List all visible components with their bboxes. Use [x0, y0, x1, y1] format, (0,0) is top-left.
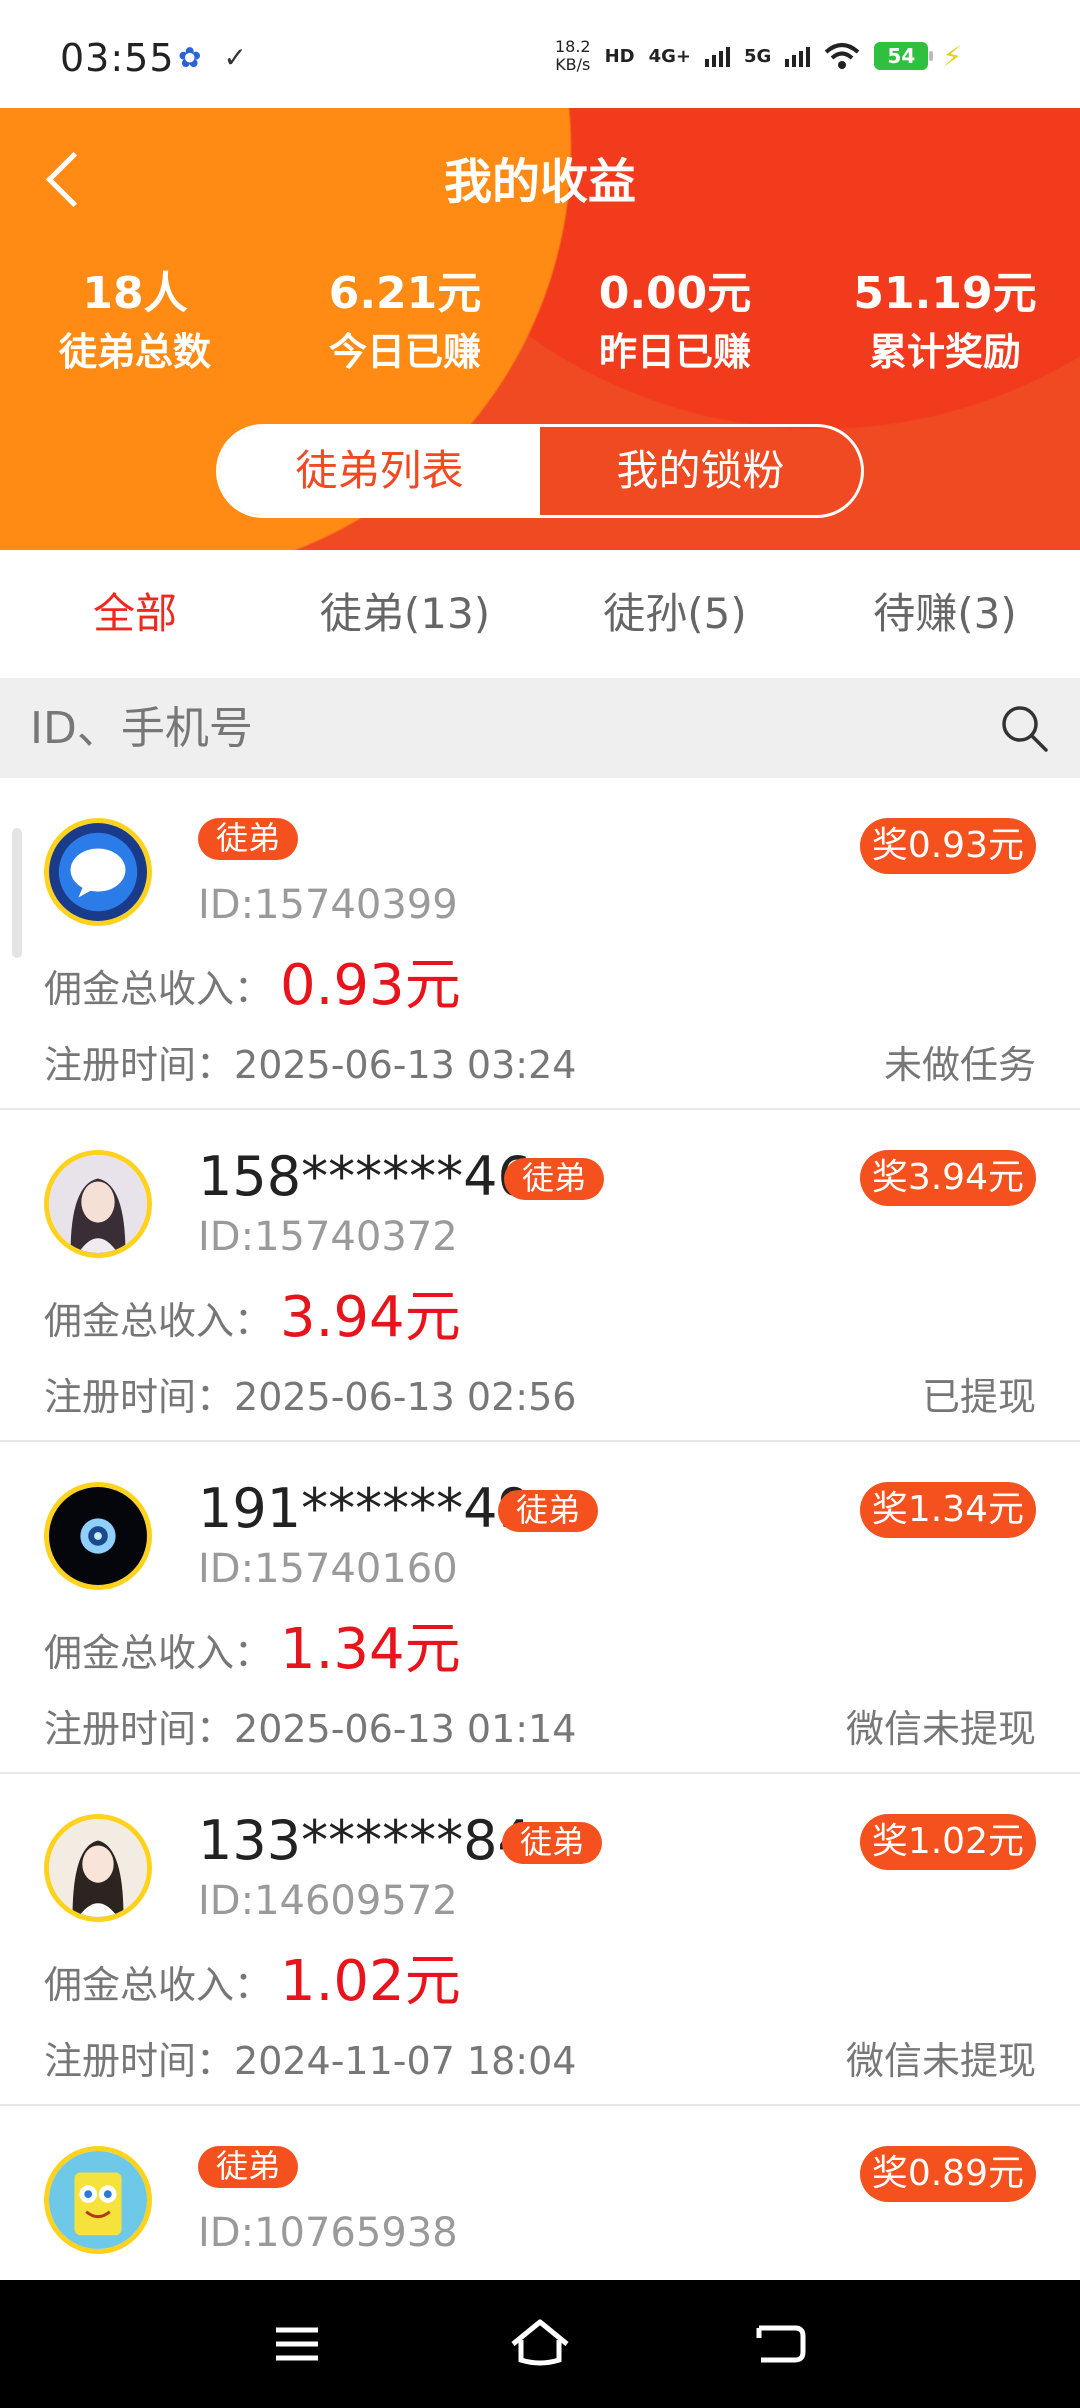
avatar: [44, 1150, 152, 1258]
reward-badge: 奖1.02元: [859, 1814, 1036, 1870]
user-id: ID:10765938: [198, 2210, 458, 2256]
income-value: 3.94元: [280, 1285, 461, 1350]
income-value: 1.02元: [280, 1949, 461, 2014]
girl-avatar-icon: [49, 1819, 147, 1917]
filter-tabs: 全部 徒弟(13) 徒孙(5) 待赚(3): [0, 550, 1080, 678]
avatar: [44, 818, 152, 926]
reward-badge: 奖0.93元: [859, 818, 1036, 874]
reward-badge: 奖0.89元: [859, 2146, 1036, 2202]
scroll-indicator[interactable]: [12, 828, 22, 958]
reg-time: 注册时间：2025-06-13 01:14: [44, 1707, 577, 1751]
swirl-avatar-icon: [49, 1487, 147, 1585]
system-nav-bar: [0, 2280, 1080, 2408]
income-value: 0.93元: [280, 953, 461, 1018]
page-title: 我的收益: [443, 154, 636, 210]
sim2-label: 5G: [744, 45, 772, 67]
income-label: 佣金总收入：: [44, 967, 273, 1011]
task-status: 未做任务: [883, 1043, 1036, 1087]
toggle-apprentice-list[interactable]: 徒弟列表: [219, 427, 540, 515]
apprentice-list: 徒弟 ID:15740399 奖0.93元 佣金总收入： 0.93元 注册时间：…: [0, 778, 1080, 2280]
masked-phone: 133******84: [198, 1809, 532, 1872]
list-toggle: 徒弟列表 我的锁粉: [216, 424, 864, 518]
task-status: 已提现: [921, 1375, 1036, 1419]
search-bar: [0, 678, 1080, 778]
tab-grand-apprentice[interactable]: 徒孙(5): [540, 550, 810, 678]
income-label: 佣金总收入：: [44, 1631, 273, 1675]
sim1-label: 4G+: [648, 45, 692, 67]
search-icon[interactable]: [998, 702, 1050, 754]
status-bar: 03:55 ✿ ✓ 18.2 KB/s HD 4G+ 5G 54 ⚡: [0, 0, 1080, 108]
masked-phone: 191******49: [198, 1477, 532, 1540]
task-status: 微信未提现: [845, 1707, 1036, 1751]
tab-pending[interactable]: 待赚(3): [810, 550, 1080, 678]
reg-time: 注册时间：2025-06-13 03:24: [44, 1043, 577, 1087]
stat-yesterday: 0.00元 昨日已赚: [598, 268, 752, 374]
battery-icon: 54: [874, 42, 934, 70]
masked-phone: 158******46: [198, 1145, 532, 1208]
status-time: 03:55: [60, 36, 175, 80]
tab-apprentice[interactable]: 徒弟(13): [270, 550, 540, 678]
stat-today: 6.21元 今日已赚: [328, 268, 482, 374]
sponge-avatar-icon: [49, 2151, 147, 2249]
stat-total: 51.19元 累计奖励: [853, 268, 1037, 374]
list-item[interactable]: 133******84 徒弟 ID:14609572 奖1.02元 佣金总收入：…: [0, 1774, 1080, 2106]
role-tag: 徒弟: [198, 818, 299, 860]
home-icon[interactable]: [505, 2312, 575, 2376]
role-tag: 徒弟: [502, 1822, 603, 1864]
avatar: [44, 1814, 152, 1922]
paw-app-icon: ✿: [178, 41, 202, 74]
tab-all[interactable]: 全部: [0, 550, 270, 678]
income-value: 1.34元: [280, 1617, 461, 1682]
signal-icon-2: [785, 45, 811, 67]
hd-icon: HD: [604, 45, 635, 67]
earnings-header: 我的收益 18人 徒弟总数 6.21元 今日已赚 0.00元 昨日已赚 51.1…: [0, 108, 1080, 550]
chat-bubble-avatar-icon: [49, 823, 147, 921]
net-speed: 18.2 KB/s: [554, 37, 591, 74]
user-id: ID:15740399: [198, 882, 458, 928]
reward-badge: 奖3.94元: [859, 1150, 1036, 1206]
user-id: ID:14609572: [198, 1878, 458, 1924]
task-status: 微信未提现: [845, 2039, 1036, 2083]
download-done-icon: ✓: [223, 41, 247, 74]
list-item[interactable]: 191******49 徒弟 ID:15740160 奖1.34元 佣金总收入：…: [0, 1442, 1080, 1774]
role-tag: 徒弟: [498, 1490, 599, 1532]
portrait-avatar-icon: [49, 1155, 147, 1253]
reward-badge: 奖1.34元: [859, 1482, 1036, 1538]
user-id: ID:15740160: [198, 1546, 458, 1592]
income-label: 佣金总收入：: [44, 1963, 273, 2007]
list-item[interactable]: 158******46 徒弟 ID:15740372 奖3.94元 佣金总收入：…: [0, 1110, 1080, 1442]
stats-row: 18人 徒弟总数 6.21元 今日已赚 0.00元 昨日已赚 51.19元 累计…: [0, 266, 1080, 382]
list-item[interactable]: 徒弟 ID:10765938 奖0.89元: [0, 2106, 1080, 2280]
reg-time: 注册时间：2024-11-07 18:04: [44, 2039, 577, 2083]
menu-icon[interactable]: [262, 2312, 332, 2376]
wifi-icon: [825, 43, 860, 69]
role-tag: 徒弟: [504, 1158, 605, 1200]
charging-icon: ⚡: [942, 39, 962, 73]
list-item[interactable]: 徒弟 ID:15740399 奖0.93元 佣金总收入： 0.93元 注册时间：…: [0, 778, 1080, 1110]
income-label: 佣金总收入：: [44, 1299, 273, 1343]
user-id: ID:15740372: [198, 1214, 458, 1260]
signal-icon: [705, 45, 731, 67]
back-nav-icon[interactable]: [745, 2312, 815, 2376]
avatar: [44, 2146, 152, 2254]
stat-apprentices: 18人 徒弟总数: [58, 268, 211, 374]
toggle-locked-fans[interactable]: 我的锁粉: [540, 427, 861, 515]
avatar: [44, 1482, 152, 1590]
role-tag: 徒弟: [198, 2146, 299, 2188]
reg-time: 注册时间：2025-06-13 02:56: [44, 1375, 577, 1419]
search-input[interactable]: [30, 678, 980, 778]
